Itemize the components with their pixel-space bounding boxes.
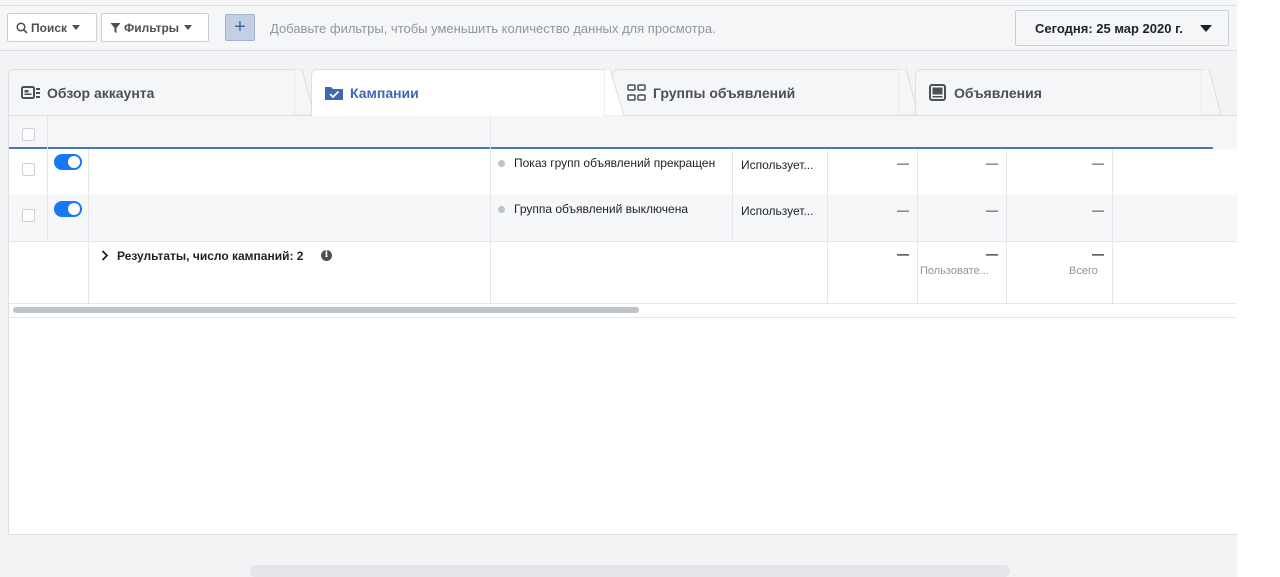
column-divider — [1112, 149, 1113, 304]
horizontal-scrollbar[interactable] — [13, 307, 639, 313]
delivery-status: Показ групп объявлений прекращен — [514, 156, 716, 170]
column-divider — [47, 149, 48, 241]
account-overview-icon — [21, 85, 41, 101]
summary-sublabel: Всего — [1069, 265, 1098, 277]
tab-label: Объявления — [954, 84, 1042, 101]
search-button-label: Поиск — [31, 20, 68, 35]
filter-hint-text: Добавьте фильтры, чтобы уменьшить количе… — [270, 21, 716, 36]
expand-chevron-icon[interactable] — [101, 250, 109, 264]
ad-icon — [928, 83, 948, 102]
chevron-down-icon — [184, 25, 193, 30]
row-checkbox[interactable] — [22, 209, 35, 222]
tab-edge-decoration — [604, 69, 624, 116]
table-row[interactable]: Группа объявлений выключена Использует..… — [9, 195, 1238, 242]
metric-value: — — [897, 203, 909, 217]
filters-button[interactable]: Фильтры — [101, 13, 209, 42]
summary-value: — — [986, 247, 998, 261]
column-divider — [1006, 149, 1007, 304]
metric-value: — — [1092, 156, 1104, 170]
tab-account-overview[interactable]: Обзор аккаунта — [8, 69, 304, 115]
column-divider — [917, 149, 918, 304]
metric-value: — — [1092, 203, 1104, 217]
campaigns-table: Показ групп объявлений прекращен Использ… — [8, 115, 1238, 535]
column-divider — [490, 116, 491, 149]
tab-label: Обзор аккаунта — [47, 84, 155, 101]
bid-strategy: Использует... — [741, 204, 814, 218]
tab-label: Кампании — [350, 85, 419, 101]
toolbar-top-divider — [0, 5, 1237, 6]
metric-value: — — [986, 156, 998, 170]
delivery-status: Группа объявлений выключена — [514, 202, 689, 216]
tab-label: Группы объявлений — [653, 84, 796, 101]
date-range-picker[interactable]: Сегодня: 25 мар 2020 г. — [1015, 10, 1229, 46]
results-summary-title: Результаты, число кампаний: 2 — [117, 249, 304, 263]
table-header — [9, 116, 1238, 149]
status-dot — [498, 206, 505, 213]
tab-edge-decoration — [1201, 69, 1221, 115]
date-range-label: Сегодня: 25 мар 2020 г. — [1035, 20, 1183, 36]
tab-ad-sets[interactable]: Группы объявлений — [612, 69, 908, 115]
row-divider — [9, 317, 1238, 318]
filter-icon — [110, 22, 121, 33]
grid-icon — [627, 83, 647, 102]
campaign-toggle[interactable] — [54, 201, 82, 217]
metric-value: — — [986, 203, 998, 217]
right-gutter — [1237, 0, 1280, 577]
search-icon — [16, 21, 28, 34]
toolbar: Поиск Фильтры + Добавьте фильтры, чтобы … — [0, 0, 1237, 51]
summary-value: — — [897, 247, 909, 261]
table-row[interactable]: Показ групп объявлений прекращен Использ… — [9, 149, 1238, 196]
row-divider — [9, 241, 1238, 242]
campaign-toggle[interactable] — [54, 154, 82, 170]
status-dot — [498, 160, 505, 167]
summary-value: — — [1092, 247, 1104, 261]
ads-manager-app: Поиск Фильтры + Добавьте фильтры, чтобы … — [0, 0, 1238, 577]
column-divider — [827, 149, 828, 304]
column-divider — [490, 149, 491, 304]
column-divider — [88, 149, 89, 304]
tab-ads[interactable]: Объявления — [915, 69, 1211, 115]
bid-strategy: Использует... — [741, 158, 814, 172]
tab-campaigns[interactable]: Кампании — [311, 69, 611, 116]
column-divider — [732, 149, 733, 241]
metric-value: — — [897, 156, 909, 170]
search-button[interactable]: Поиск — [7, 13, 97, 42]
select-all-checkbox[interactable] — [22, 128, 35, 141]
info-icon[interactable]: i — [321, 250, 332, 261]
summary-sublabel: Пользовате... — [920, 265, 989, 277]
add-filter-button[interactable]: + — [225, 14, 255, 41]
folder-check-icon — [324, 85, 344, 101]
row-checkbox[interactable] — [22, 163, 35, 176]
chevron-down-icon — [1200, 25, 1212, 32]
row-divider — [9, 303, 1238, 304]
column-divider — [47, 116, 48, 149]
filters-button-label: Фильтры — [124, 20, 180, 35]
bottom-shadow — [250, 565, 1010, 577]
chevron-down-icon — [72, 25, 81, 30]
